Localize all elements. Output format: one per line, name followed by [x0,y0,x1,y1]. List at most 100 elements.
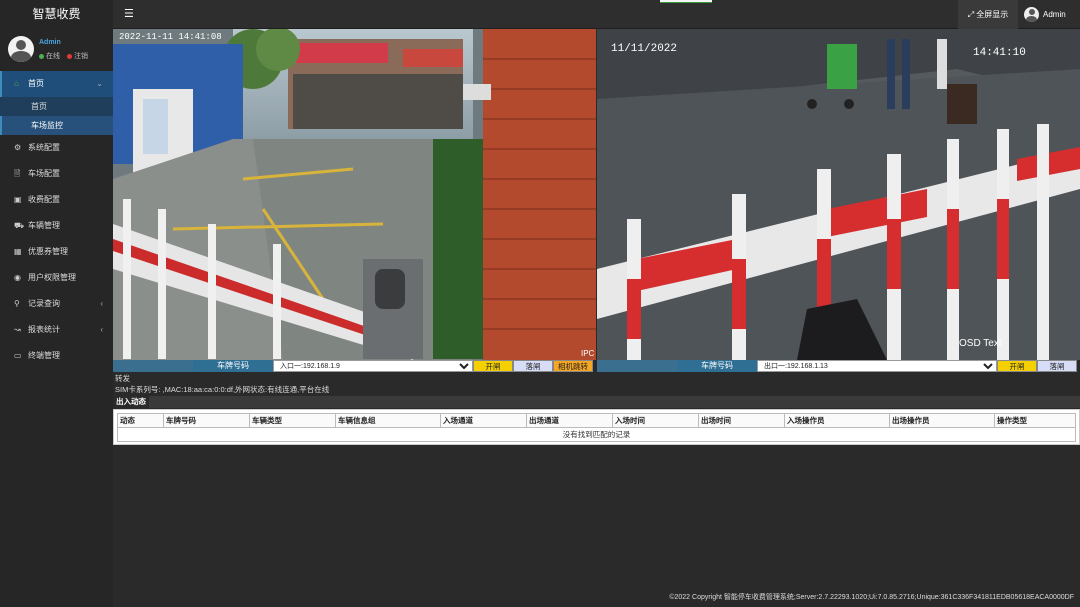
sidebar-item-label: 收费配置 [28,195,60,204]
exit-close-button[interactable]: 落闸 [1037,360,1077,372]
sidebar-item-label: 记录查询 [28,299,60,308]
sidebar-item-label: 用户权限管理 [28,273,76,282]
device-status: 转发 SIM卡系列号: ,MAC:18:aa:ca:0:0:df,外网状态:有线… [113,373,1080,395]
exit-lane-select[interactable]: 出口一:192.168.1.13 [757,360,997,372]
sidebar-subitem-lot-monitor[interactable]: 车场监控 [0,116,113,135]
sidebar-item-label: 报表统计 [28,325,60,334]
logout-dot-icon [66,53,72,59]
records-table: 动态 车牌号码 车辆类型 车辆信息组 入场通道 出场通道 入场时间 出场时间 入… [113,409,1080,445]
main-content: 2022-11-11 14:41:08 IPC 11/11/2022 14:41… [113,29,1080,589]
chevron-left-icon: ‹ [100,299,103,308]
user-avatar [8,36,34,62]
column-header[interactable]: 动态 [117,413,164,428]
entrance-controls: 车牌号码 入口一:192.168.1.9 开闸 落闸 相机跳转 [113,360,596,372]
exit-camera-image: 11/11/2022 14:41:10 OSD Text [597,29,1080,360]
file-icon: 🗎 [14,169,21,178]
home-icon: ⌂ [14,79,19,88]
line-chart-icon: ↝ [14,325,21,334]
sidebar-item-fee-config[interactable]: ▣ 收费配置 [0,187,113,213]
column-header[interactable]: 操作类型 [994,413,1076,428]
column-header[interactable]: 入场通道 [440,413,527,428]
admin-menu[interactable]: Admin [1024,0,1080,29]
column-header[interactable]: 出场时间 [698,413,785,428]
online-dot-icon [39,53,44,59]
sidebar-item-coupon[interactable]: ▦ 优惠券管理 [0,239,113,265]
exit-open-button[interactable]: 开闸 [997,360,1037,372]
footer-copyright: ©2022 Copyright 智能停车收费管理系统;Server:2.7.22… [113,589,1080,607]
column-header[interactable]: 车辆类型 [249,413,336,428]
online-label: 在线 [46,53,60,60]
table-row: 没有找到匹配的记录 [117,427,1076,442]
avatar [1024,7,1039,23]
user-name: Admin [39,39,61,46]
status-forward: 转发 [115,374,130,383]
sidebar-subitem-home[interactable]: 首页 [0,97,113,116]
user-panel: Admin 在线 注销 [0,29,113,71]
sidebar: Admin 在线 注销 ⌂ 首页 ⌄ 首页 车场监控 ⚙ 系统配置 🗎 车场配置 ▣ 收费… [0,29,113,607]
fullscreen-button[interactable]: ⤢ 全屏显示 [958,0,1018,29]
chevron-left-icon: ‹ [100,325,103,334]
gears-icon: ⚙ [14,143,22,152]
sidebar-item-terminal[interactable]: ▭ 终端管理 [0,343,113,369]
column-header[interactable]: 出场通道 [526,413,613,428]
sidebar-item-label: 首页 [28,79,44,88]
exit-plate-label: 车牌号码 [677,360,757,372]
status-network: SIM卡系列号: ,MAC:18:aa:ca:0:0:df,外网状态:有线连通,… [115,385,330,394]
table-header-row: 动态 车牌号码 车辆类型 车辆信息组 入场通道 出场通道 入场时间 出场时间 入… [117,413,1076,428]
records-tabbar: 出入动态 [113,396,1080,408]
sidebar-menu: ⌂ 首页 ⌄ 首页 车场监控 ⚙ 系统配置 🗎 车场配置 ▣ 收费配置 ⛟ 车辆管理 ▦ 优惠… [0,71,113,369]
search-icon: ⚲ [14,299,20,308]
entrance-camera-view[interactable]: 2022-11-11 14:41:08 IPC [113,29,596,360]
expand-icon: ⤢ [967,10,975,19]
monitor-icon: ▭ [14,351,22,360]
chevron-down-icon: ⌄ [96,79,103,88]
column-header[interactable]: 车牌号码 [163,413,250,428]
exit-osd-text: OSD Text [959,338,1002,349]
entrance-plate-label: 车牌号码 [193,360,273,372]
exit-plate-value [597,360,677,372]
empty-message: 没有找到匹配的记录 [117,427,1076,442]
exit-camera-view[interactable]: 11/11/2022 14:41:10 OSD Text [597,29,1080,360]
sidebar-item-user-permission[interactable]: ◉ 用户权限管理 [0,265,113,291]
user-status: 在线 注销 [39,51,88,61]
entrance-osd-date: 2022-11-11 14:41:08 [119,32,222,42]
exit-osd-time: 14:41:10 [973,47,1026,59]
sidebar-item-vehicle[interactable]: ⛟ 车辆管理 [0,213,113,239]
home-submenu: 首页 车场监控 [0,97,113,135]
sidebar-item-system-config[interactable]: ⚙ 系统配置 [0,135,113,161]
column-header[interactable]: 出场操作员 [889,413,995,428]
admin-label: Admin [1043,10,1066,19]
entrance-camera-image: 2022-11-11 14:41:08 IPC [113,29,596,360]
camera-jump-button[interactable]: 相机跳转 [553,360,593,372]
sidebar-item-label: 优惠券管理 [28,247,68,256]
brand-title: 智慧收费 [0,0,113,29]
top-indicator [660,0,712,3]
car-icon: ⛟ [14,221,25,230]
exit-osd-date: 11/11/2022 [611,43,677,55]
entrance-osd-corner: IPC [581,349,595,358]
exit-controls: 车牌号码 出口一:192.168.1.13 开闸 落闸 [597,360,1080,372]
user-circle-icon: ◉ [14,273,21,282]
sidebar-item-record-query[interactable]: ⚲ 记录查询 ‹ [0,291,113,317]
column-header[interactable]: 入场操作员 [784,413,890,428]
entrance-open-button[interactable]: 开闸 [473,360,513,372]
calendar-icon: ▦ [14,247,22,256]
fullscreen-label: 全屏显示 [976,10,1009,19]
tab-entry-exit[interactable]: 出入动态 [113,396,149,408]
sidebar-item-reports[interactable]: ↝ 报表统计 ‹ [0,317,113,343]
entrance-lane-select[interactable]: 入口一:192.168.1.9 [273,360,473,372]
sidebar-item-label: 终端管理 [28,351,60,360]
logout-link[interactable]: 注销 [74,53,88,60]
sidebar-item-home[interactable]: ⌂ 首页 ⌄ [0,71,113,97]
top-bar: 智慧收费 ☰ ⤢ 全屏显示 Admin [0,0,1080,29]
entrance-close-button[interactable]: 落闸 [513,360,553,372]
column-header[interactable]: 车辆信息组 [335,413,441,428]
money-icon: ▣ [14,195,22,204]
column-header[interactable]: 入场时间 [612,413,699,428]
sidebar-item-label: 车辆管理 [28,221,60,230]
sidebar-item-label: 系统配置 [28,143,60,152]
hamburger-icon[interactable]: ☰ [124,7,138,21]
sidebar-item-lot-config[interactable]: 🗎 车场配置 [0,161,113,187]
entrance-plate-value [113,360,193,372]
app-root: 智慧收费 ☰ ⤢ 全屏显示 Admin Admin 在线 注销 ⌂ 首页 ⌄ 首页 车… [0,0,1080,607]
